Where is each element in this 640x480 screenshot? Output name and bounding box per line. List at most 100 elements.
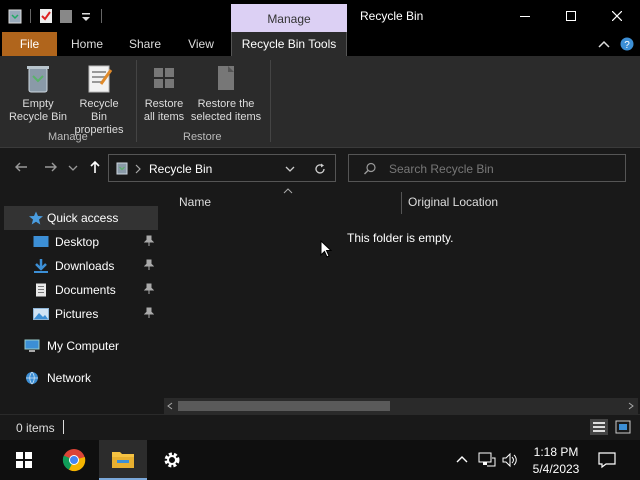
settings-taskbar-button[interactable] xyxy=(148,440,196,480)
volume-icon[interactable] xyxy=(502,452,518,468)
sidebar-item-network[interactable]: Network xyxy=(0,366,158,390)
breadcrumb-chevron-icon xyxy=(135,164,141,174)
recycle-bin-icon[interactable] xyxy=(8,8,22,24)
recent-locations-chevron-icon[interactable] xyxy=(68,164,78,172)
scroll-right-icon[interactable] xyxy=(628,402,634,410)
empty-recycle-bin-button[interactable]: Empty Recycle Bin xyxy=(8,62,68,124)
sidebar-item-label: Documents xyxy=(55,283,116,297)
empty-label-1: Empty xyxy=(22,98,54,110)
pin-icon[interactable] xyxy=(144,283,154,295)
sidebar-item-documents[interactable]: Documents xyxy=(0,278,158,302)
group-label-manage: Manage xyxy=(48,131,88,143)
properties-icon[interactable] xyxy=(39,8,53,24)
empty-recycle-bin-icon xyxy=(27,66,49,93)
close-icon xyxy=(612,11,622,21)
scroll-left-icon[interactable] xyxy=(167,402,173,410)
search-placeholder: Search Recycle Bin xyxy=(389,162,494,176)
tab-manage[interactable]: Manage xyxy=(231,4,347,32)
maximize-button[interactable] xyxy=(548,0,594,32)
empty-folder-message: This folder is empty. xyxy=(347,231,454,245)
sort-ascending-icon xyxy=(283,188,293,194)
computer-icon xyxy=(24,339,40,352)
file-explorer-taskbar-button[interactable] xyxy=(99,440,147,480)
tab-view[interactable]: View xyxy=(177,32,225,56)
refresh-icon[interactable] xyxy=(313,162,327,176)
tab-home[interactable]: Home xyxy=(62,32,112,56)
minimize-button[interactable] xyxy=(502,0,548,32)
taskbar: 1:18 PM 5/4/2023 xyxy=(0,440,640,480)
column-divider[interactable] xyxy=(401,192,402,214)
forward-arrow-icon[interactable] xyxy=(44,160,58,174)
clock-time: 1:18 PM xyxy=(533,445,579,459)
tab-recycle-bin-tools[interactable]: Recycle Bin Tools xyxy=(231,32,347,56)
navigation-bar: Recycle Bin Search Recycle Bin xyxy=(0,148,640,188)
ribbon-tabs: File Home Share View Recycle Bin Tools ? xyxy=(0,32,640,56)
pin-icon[interactable] xyxy=(144,307,154,319)
quick-access-toolbar xyxy=(8,8,104,24)
window-title: Recycle Bin xyxy=(360,9,424,23)
pin-icon[interactable] xyxy=(144,259,154,271)
title-bar: Manage Recycle Bin xyxy=(0,0,640,32)
help-icon[interactable]: ? xyxy=(620,37,634,51)
download-icon xyxy=(34,259,48,273)
restore-selected-label-1: Restore the xyxy=(197,98,255,110)
notification-icon[interactable] xyxy=(598,451,616,469)
system-clock[interactable]: 1:18 PM 5/4/2023 xyxy=(526,444,586,478)
search-input[interactable]: Search Recycle Bin xyxy=(348,154,626,182)
clock-date: 5/4/2023 xyxy=(532,462,580,476)
props-label-1: Recycle Bin xyxy=(79,98,119,123)
show-hidden-icons-chevron-icon[interactable] xyxy=(456,455,468,463)
folder-icon xyxy=(112,452,134,468)
gear-icon xyxy=(164,452,180,468)
toolbar-divider xyxy=(30,9,31,23)
tab-file[interactable]: File xyxy=(2,32,57,56)
ribbon: Empty Recycle Bin Recycle Bin properties… xyxy=(0,56,640,148)
sidebar-item-pictures[interactable]: Pictures xyxy=(0,302,158,326)
status-divider xyxy=(63,420,64,434)
restore-all-items-button[interactable]: Restore all items xyxy=(140,62,188,124)
restore-all-icon xyxy=(154,68,174,88)
address-path: Recycle Bin xyxy=(149,162,213,176)
file-list: Name Original Location This folder is em… xyxy=(160,188,640,414)
customize-toolbar-icon[interactable] xyxy=(79,8,93,24)
minimize-icon xyxy=(520,16,530,17)
document-icon xyxy=(36,283,46,297)
restore-selected-items-button[interactable]: Restore the selected items xyxy=(188,62,264,124)
sidebar-item-desktop[interactable]: Desktop xyxy=(0,230,158,254)
sidebar-item-label: Downloads xyxy=(55,259,115,273)
item-count: 0 items xyxy=(16,421,55,435)
group-label-restore: Restore xyxy=(183,131,222,143)
sidebar-item-quick-access[interactable]: Quick access xyxy=(4,206,158,230)
recycle-bin-properties-button[interactable]: Recycle Bin properties xyxy=(70,62,128,137)
sidebar-item-label: My Computer xyxy=(47,339,120,353)
sidebar-item-downloads[interactable]: Downloads xyxy=(0,254,158,278)
pin-icon[interactable] xyxy=(144,235,154,247)
column-header-name[interactable]: Name xyxy=(179,195,211,209)
close-button[interactable] xyxy=(594,0,640,32)
restore-all-label-1: Restore xyxy=(144,98,184,110)
large-icons-view-icon[interactable] xyxy=(614,419,632,435)
sidebar-item-my-computer[interactable]: My Computer xyxy=(0,334,158,358)
sidebar-item-label: Desktop xyxy=(55,235,100,249)
svg-text:?: ? xyxy=(624,40,630,51)
sidebar-item-label: Quick access xyxy=(47,211,119,225)
chrome-icon xyxy=(62,449,86,472)
navigation-pane: Quick access Desktop Downloads Documents… xyxy=(0,188,160,414)
ribbon-divider xyxy=(270,60,271,142)
tab-share[interactable]: Share xyxy=(120,32,170,56)
properties-icon xyxy=(88,65,113,93)
chrome-taskbar-button[interactable] xyxy=(50,440,98,480)
address-bar[interactable]: Recycle Bin xyxy=(108,154,336,182)
column-header-original-location[interactable]: Original Location xyxy=(408,195,498,209)
up-arrow-icon[interactable] xyxy=(88,160,102,174)
new-folder-icon[interactable] xyxy=(59,8,73,24)
scrollbar-thumb[interactable] xyxy=(178,401,390,411)
start-button[interactable] xyxy=(0,440,48,480)
chevron-up-icon[interactable] xyxy=(598,39,610,49)
address-dropdown-icon[interactable] xyxy=(285,165,295,173)
details-view-icon[interactable] xyxy=(590,419,608,435)
sidebar-item-label: Network xyxy=(47,371,92,385)
back-arrow-icon[interactable] xyxy=(14,160,28,174)
network-status-icon[interactable] xyxy=(478,452,496,468)
horizontal-scrollbar[interactable] xyxy=(164,398,638,414)
